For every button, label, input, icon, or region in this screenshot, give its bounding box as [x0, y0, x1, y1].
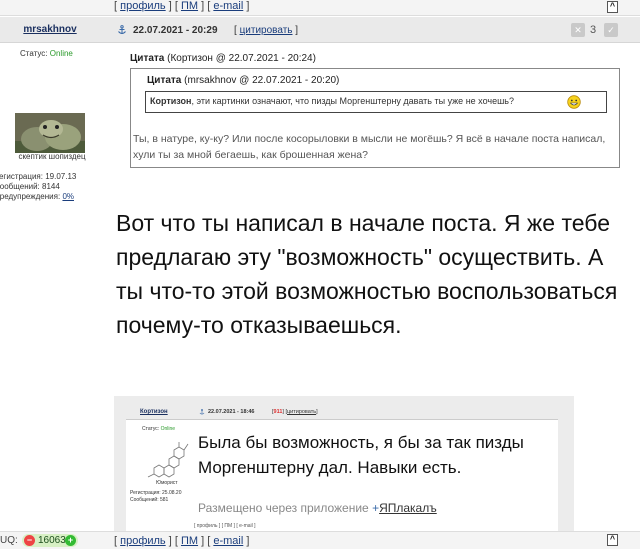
email-link-bottom[interactable]: e-mail	[213, 535, 243, 547]
outer-quote-text: Ты, в натуре, ку-ку? Или после косорылов…	[133, 133, 606, 161]
quote-action: [ цитировать ]	[234, 25, 299, 36]
registration-date: Регистрация: 19.07.13	[0, 172, 77, 181]
pm-link-bottom[interactable]: ПМ	[181, 535, 198, 547]
karma-minus-button[interactable]: −	[24, 535, 35, 546]
screenshot-message: Была бы возможность, я бы за так пизды М…	[198, 433, 524, 477]
screenshot-post: Кортизон 22.07.2021 - 18:46 [911] [цитир…	[126, 404, 558, 531]
author-title: скептик шопиздец	[18, 152, 86, 161]
inner-quote-header: Цитата (mrsakhnov @ 22.07.2021 - 20:20)	[147, 75, 340, 86]
screenshot-username: Кортизон	[140, 409, 168, 415]
anchor-icon[interactable]	[117, 25, 127, 35]
pm-link[interactable]: ПМ	[181, 0, 198, 12]
post-message: Вот что ты написал в начале поста. Я же …	[116, 210, 618, 338]
profile-links-bottom: [ профиль ] [ ПМ ] [ e-mail ]	[114, 535, 250, 547]
screenshot-avatar	[147, 442, 189, 478]
screenshot-anchor-icon	[199, 409, 205, 415]
outer-quote: Цитата (mrsakhnov @ 22.07.2021 - 20:20) …	[130, 68, 620, 168]
author-stats: Регистрация: 19.07.13 Сообщений: 8144 Пр…	[0, 172, 76, 202]
rating-count: 3	[590, 24, 597, 36]
post-author-link[interactable]: mrsakhnov	[18, 24, 82, 35]
scroll-top-button-bottom[interactable]: ^	[607, 534, 618, 546]
author-sidebar: Статус: Online скептик шопиздец Регистра…	[0, 44, 112, 531]
screenshot-status: Статус: Online	[142, 426, 176, 432]
embedded-screenshot: Кортизон 22.07.2021 - 18:46 [911] [цитир…	[114, 396, 574, 531]
warnings-link[interactable]: 0%	[62, 192, 74, 201]
screenshot-stats: Регистрация: 25.08.20 Сообщений: 581	[130, 490, 182, 503]
screenshot-bottom-links: [ профиль ] [ ПМ ] [ e-mail ]	[194, 523, 256, 529]
karma-plus-button[interactable]: +	[65, 535, 76, 546]
post-date: 22.07.2021 - 20:29	[133, 25, 218, 36]
screenshot-post-number: [911] [цитировать]	[272, 409, 318, 415]
warnings: Предупреждения: 0%	[0, 192, 74, 201]
profile-link-bottom[interactable]: профиль	[120, 535, 166, 547]
smiley-icon	[567, 95, 581, 109]
profile-link[interactable]: профиль	[120, 0, 166, 12]
message-count: Сообщений: 8144	[0, 182, 60, 191]
post-footer: UQ: − 16063 + [ профиль ] [ ПМ ] [ e-mai…	[0, 531, 640, 549]
screenshot-date: 22.07.2021 - 18:46	[208, 409, 255, 415]
karma-value: 16063	[38, 535, 66, 546]
avatar	[15, 113, 85, 153]
outer-quote-header: Цитата (Кортизон @ 22.07.2021 - 20:24)	[130, 53, 316, 64]
karma-widget: − 16063 +	[22, 534, 78, 547]
profile-links-top: [ профиль ] [ ПМ ] [ e-mail ]	[114, 0, 250, 12]
screenshot-header: Кортизон 22.07.2021 - 18:46 [911] [цитир…	[126, 404, 558, 420]
inner-quote: Кортизон, эти картинки означают, что пиз…	[145, 91, 607, 113]
email-link[interactable]: e-mail	[213, 0, 243, 12]
screenshot-user-title: Юморист	[156, 480, 178, 486]
rating-up-button[interactable]: ✓	[604, 23, 618, 37]
uq-label: UQ:	[0, 535, 18, 546]
post-header: mrsakhnov 22.07.2021 - 20:29 [ цитироват…	[0, 17, 640, 43]
post-body: Цитата (Кортизон @ 22.07.2021 - 20:24) Ц…	[114, 44, 630, 531]
author-status: Статус: Online	[20, 49, 73, 58]
inner-quote-text: Кортизон, эти картинки означают, что пиз…	[150, 96, 514, 106]
top-link-bar: [ профиль ] [ ПМ ] [ e-mail ] ^	[0, 0, 640, 16]
rating-down-button[interactable]: ✕	[571, 23, 585, 37]
quote-link[interactable]: цитировать	[240, 25, 293, 36]
screenshot-via: Размещено через приложение +ЯПлакалъ	[198, 501, 437, 515]
scroll-top-button[interactable]: ^	[607, 1, 618, 13]
